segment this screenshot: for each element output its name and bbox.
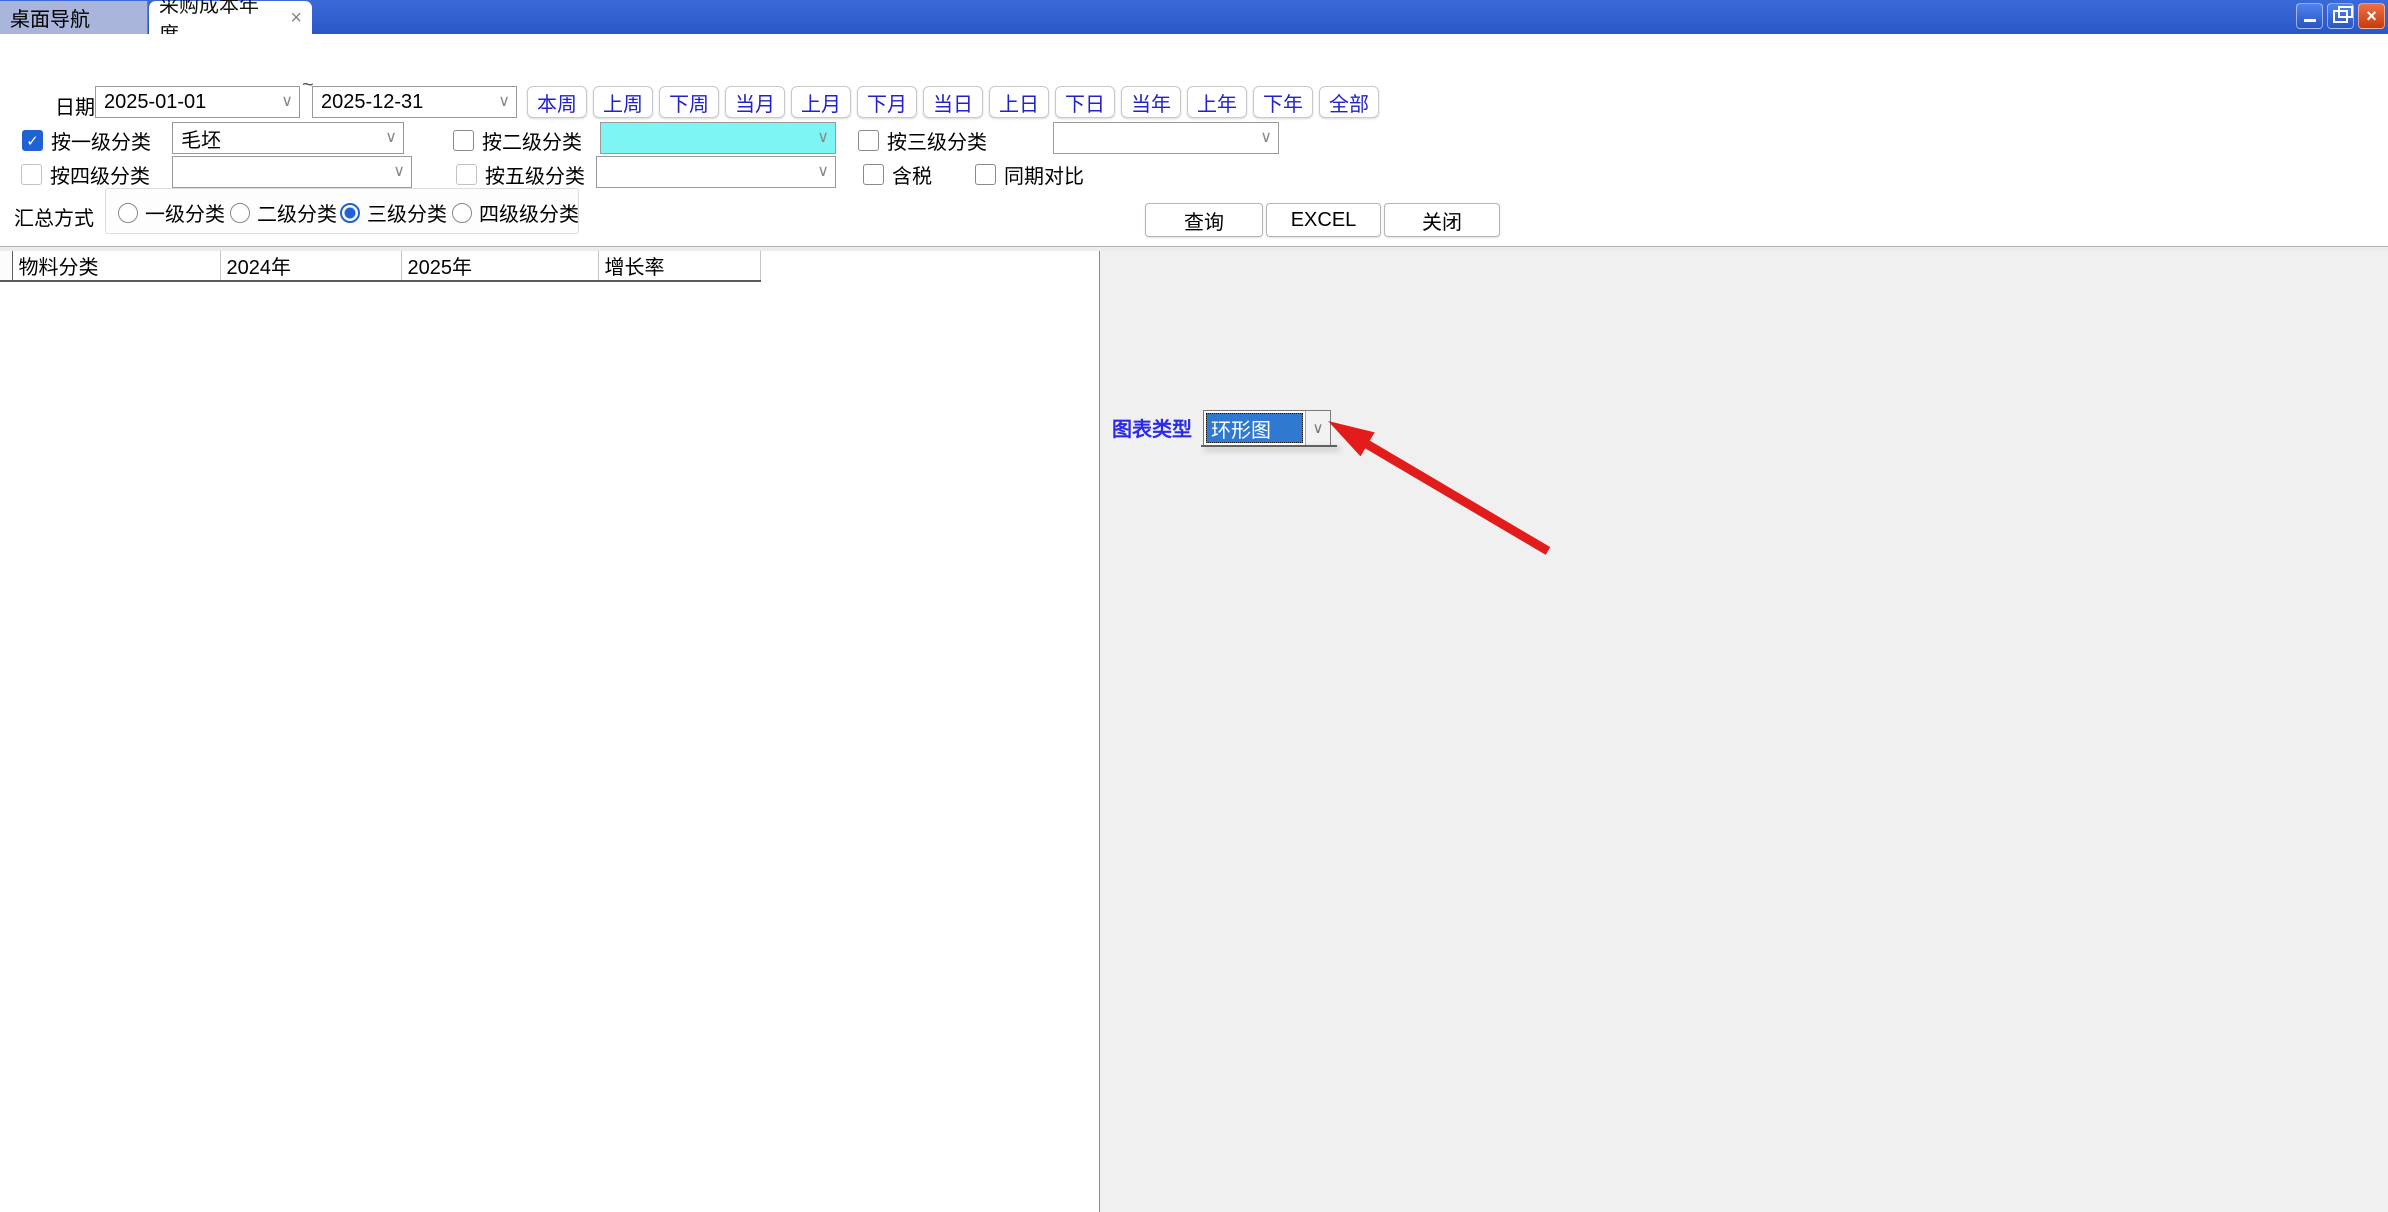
level1-combo[interactable]: 毛坯 ∨ [172,122,404,154]
checkbox-icon[interactable]: ✓ [453,130,474,151]
radio-icon[interactable] [340,203,360,223]
excel-button-label: EXCEL [1291,209,1357,232]
row-header-corner [0,251,12,281]
excel-button[interactable]: EXCEL [1266,203,1381,237]
restore-icon [2333,10,2348,23]
close-button-label: 关闭 [1422,206,1462,235]
checkbox-icon[interactable]: ✓ [975,164,996,185]
checkbox-compare[interactable]: ✓ 同期对比 [975,160,1084,189]
quick-range-button[interactable]: 上日 [989,86,1049,118]
chevron-down-icon[interactable]: ∨ [817,161,829,181]
summary-radio-2[interactable]: 二级分类 [230,198,337,227]
chevron-down-icon[interactable]: ∨ [281,91,293,111]
level3-combo[interactable]: ∨ [1053,122,1279,154]
summary-radio-1[interactable]: 一级分类 [118,198,225,227]
checkbox-icon[interactable]: ✓ [863,164,884,185]
checkbox-icon[interactable]: ✓ [22,130,43,151]
column-header[interactable]: 2024年 [220,251,401,281]
checkbox-level4-label: 按四级分类 [50,160,150,189]
checkbox-icon[interactable]: ✓ [21,164,42,185]
red-annotation-arrow [1310,411,1560,561]
checkbox-compare-label: 同期对比 [1004,160,1084,189]
quick-range-button[interactable]: 当年 [1121,86,1181,118]
quick-range-button[interactable]: 当月 [725,86,785,118]
quick-range-button[interactable]: 下年 [1253,86,1313,118]
level2-combo[interactable]: ∨ [600,122,836,154]
level4-combo[interactable]: ∨ [172,156,412,188]
filter-area: 日期 2025-01-01 ∨ ~ 2025-12-31 ∨ 本周上周下周当月上… [0,34,2388,247]
quick-range-button[interactable]: 全部 [1319,86,1379,118]
level5-combo[interactable]: ∨ [596,156,836,188]
checkbox-level1[interactable]: ✓ 按一级分类 [22,126,151,155]
date-to-value: 2025-12-31 [321,91,423,114]
window-controls: × [2296,3,2385,29]
checkbox-level1-label: 按一级分类 [51,126,151,155]
radio-icon[interactable] [230,203,250,223]
radio-label: 三级分类 [367,198,447,227]
minimize-button[interactable] [2296,3,2323,29]
summary-radio-3[interactable]: 三级分类 [340,198,447,227]
quick-range-button[interactable]: 上月 [791,86,851,118]
checkbox-icon[interactable]: ✓ [456,164,477,185]
checkbox-level3-label: 按三级分类 [887,126,987,155]
chevron-down-icon[interactable]: ∨ [1260,127,1272,147]
column-header[interactable]: 2025年 [401,251,598,281]
date-from-value: 2025-01-01 [104,91,206,114]
checkbox-level5-label: 按五级分类 [485,160,585,189]
material-cost-table: 物料分类2024年2025年增长率 [0,251,1100,1212]
chevron-down-icon[interactable]: ∨ [817,127,829,147]
query-button[interactable]: 查询 [1145,203,1263,237]
checkbox-level2-label: 按二级分类 [482,126,582,155]
radio-icon[interactable] [118,203,138,223]
quick-range-buttons: 本周上周下周当月上月下月当日上日下日当年上年下年全部 [527,86,1379,118]
chevron-down-icon[interactable]: ∨ [498,91,510,111]
checkbox-level2[interactable]: ✓ 按二级分类 [453,126,582,155]
radio-label: 二级分类 [257,198,337,227]
date-label: 日期 [55,91,95,120]
query-button-label: 查询 [1184,206,1224,235]
column-header[interactable]: 物料分类 [12,251,220,281]
tab-close-icon[interactable]: × [290,8,302,28]
chevron-down-icon[interactable]: ∨ [393,161,405,181]
tab-desktop-nav-label: 桌面导航 [10,3,90,32]
date-to-combo[interactable]: 2025-12-31 ∨ [312,86,517,118]
checkbox-icon[interactable]: ✓ [858,130,879,151]
close-window-button[interactable]: × [2358,3,2385,29]
column-header[interactable]: 增长率 [598,251,760,281]
checkbox-tax-label: 含税 [892,160,932,189]
checkbox-level3[interactable]: ✓ 按三级分类 [858,126,987,155]
checkbox-level4[interactable]: ✓ 按四级分类 [21,160,150,189]
table-header-row: 物料分类2024年2025年增长率 [0,251,1100,281]
close-button[interactable]: 关闭 [1384,203,1500,237]
quick-range-button[interactable]: 下周 [659,86,719,118]
chart-type-label: 图表类型 [1112,413,1192,442]
quick-range-button[interactable]: 上年 [1187,86,1247,118]
date-from-combo[interactable]: 2025-01-01 ∨ [95,86,300,118]
radio-label: 一级分类 [145,198,225,227]
quick-range-button[interactable]: 上周 [593,86,653,118]
checkbox-level5[interactable]: ✓ 按五级分类 [456,160,585,189]
quick-range-button[interactable]: 下日 [1055,86,1115,118]
quick-range-button[interactable]: 当日 [923,86,983,118]
restore-button[interactable] [2327,3,2354,29]
checkbox-tax[interactable]: ✓ 含税 [863,160,932,189]
tab-purchase-cost-annual[interactable]: 采购成本年度... × [149,1,312,34]
quick-range-button[interactable]: 下月 [857,86,917,118]
chevron-down-icon[interactable]: ∨ [385,127,397,147]
radio-label: 四级级分类 [479,198,579,227]
close-icon: × [2366,6,2377,27]
summary-mode-label: 汇总方式 [14,202,94,231]
radio-icon[interactable] [452,203,472,223]
chart-type-value: 环形图 [1206,413,1303,443]
summary-radio-4[interactable]: 四级级分类 [452,198,579,227]
tab-desktop-nav[interactable]: 桌面导航 [0,1,148,34]
level1-value: 毛坯 [181,124,221,153]
chart-area: 图表类型 环形图 ∨ [1100,251,2388,1212]
minimize-icon [2304,19,2316,22]
title-bar: 桌面导航 采购成本年度... × × [0,0,2388,34]
quick-range-button[interactable]: 本周 [527,86,587,118]
